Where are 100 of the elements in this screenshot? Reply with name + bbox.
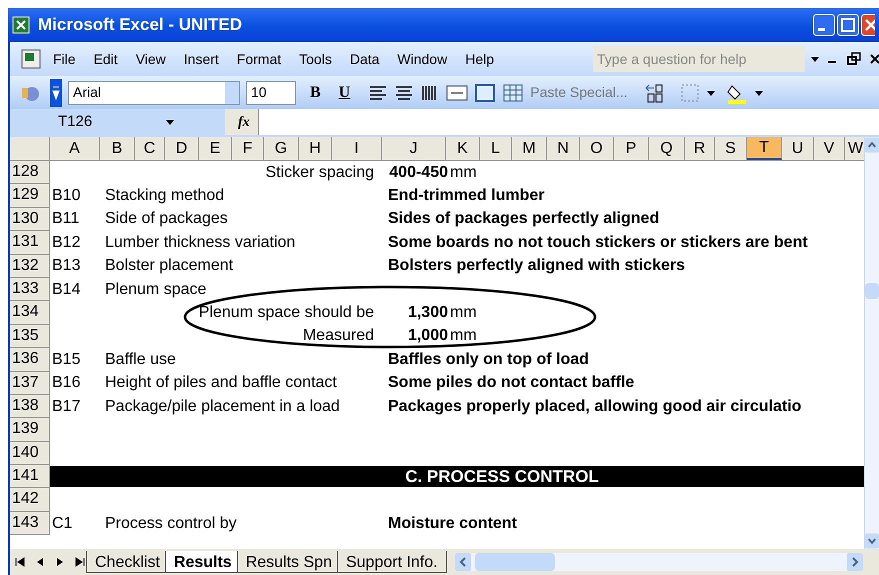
column-header[interactable]: N <box>547 137 580 160</box>
menu-item[interactable]: Insert <box>174 48 228 70</box>
column-header[interactable]: Q <box>649 137 685 160</box>
cell-code: B16 <box>52 373 80 394</box>
cell-label: Baffle use <box>105 350 176 370</box>
row-header[interactable]: 136 <box>10 348 50 372</box>
column-header[interactable]: C <box>135 137 165 160</box>
cell-label: Sticker spacing <box>266 162 374 183</box>
column-header[interactable]: R <box>685 137 715 160</box>
menu-item[interactable]: Window <box>388 48 456 70</box>
column-header[interactable]: T <box>747 137 782 160</box>
scroll-thumb[interactable] <box>865 283 879 299</box>
help-field[interactable]: Type a question for help <box>593 46 805 72</box>
row-header[interactable]: 139 <box>10 418 50 442</box>
cell-code: B17 <box>52 396 80 417</box>
dropdown-arrow-icon[interactable] <box>809 54 821 64</box>
cell-label: Lumber thickness variation <box>105 232 296 253</box>
merge-cells-icon[interactable] <box>446 82 468 102</box>
menu-item[interactable]: Help <box>456 48 503 70</box>
scroll-left-icon[interactable] <box>454 553 471 571</box>
insert-function-button[interactable]: fx <box>238 112 250 132</box>
close-icon[interactable] <box>869 53 879 65</box>
row-header[interactable]: 138 <box>10 394 50 418</box>
dropdown-arrow-icon[interactable] <box>165 117 175 127</box>
menu-item[interactable]: Tools <box>290 48 341 70</box>
row-header[interactable]: 131 <box>10 231 50 255</box>
first-sheet-icon[interactable] <box>14 556 26 568</box>
cell-code: B15 <box>52 350 80 370</box>
row-header[interactable]: 128 <box>10 161 50 184</box>
font-dropdown[interactable]: Arial <box>68 80 240 104</box>
scroll-down-icon[interactable] <box>865 533 879 549</box>
scroll-thumb[interactable] <box>474 553 555 571</box>
cell-label: Measured <box>302 326 374 346</box>
column-header[interactable]: O <box>580 137 614 160</box>
borders-icon[interactable] <box>680 82 700 102</box>
column-header[interactable]: P <box>614 137 649 160</box>
menu-item[interactable]: Format <box>228 48 290 70</box>
cell-code: B13 <box>52 256 80 276</box>
horizontal-scrollbar[interactable] <box>454 553 863 571</box>
menu-item[interactable]: View <box>126 48 175 70</box>
border-icon[interactable] <box>474 82 496 102</box>
row-header[interactable]: 129 <box>10 184 50 208</box>
cell-value: 1,000 <box>408 326 448 346</box>
column-header[interactable]: V <box>814 137 845 160</box>
row-header[interactable]: 133 <box>10 278 50 302</box>
column-header[interactable]: D <box>165 137 199 160</box>
cell-value: 1,300 <box>408 303 448 324</box>
column-header[interactable]: A <box>50 137 100 160</box>
cell-label: Package/pile placement in a load <box>105 396 340 417</box>
column-header[interactable]: J <box>382 137 446 160</box>
bold-button[interactable]: B <box>302 80 329 104</box>
column-header[interactable]: H <box>299 137 332 160</box>
row-header[interactable]: 134 <box>10 301 50 325</box>
restore-icon[interactable] <box>847 52 861 66</box>
cell-label: Height of piles and baffle contact <box>105 373 337 394</box>
menu-item[interactable]: File <box>44 48 85 70</box>
toolbar-options-icon[interactable] <box>50 78 62 106</box>
row-header[interactable]: 143 <box>10 512 50 536</box>
column-header[interactable]: L <box>480 137 512 160</box>
scroll-up-icon[interactable] <box>865 137 879 153</box>
cell-answer: Sides of packages perfectly aligned <box>388 209 660 230</box>
column-header[interactable]: F <box>232 137 264 160</box>
row-header[interactable]: 137 <box>10 372 50 395</box>
scroll-right-icon[interactable] <box>847 553 863 571</box>
cell-answer: End-trimmed lumber <box>388 186 544 206</box>
column-header[interactable]: U <box>782 137 814 160</box>
row-header[interactable]: 132 <box>10 254 50 278</box>
cell-answer: Some boards no not touch stickers or stickers are bent <box>388 232 808 253</box>
menu-item[interactable]: Edit <box>84 48 127 70</box>
row-header[interactable]: 130 <box>10 208 50 232</box>
cell-code: C1 <box>52 514 72 534</box>
cell-unit: mm <box>450 326 477 346</box>
last-sheet-icon[interactable] <box>74 556 86 568</box>
sheet-tab[interactable]: Support Info. <box>336 551 447 573</box>
column-header[interactable]: I <box>332 137 382 160</box>
column-header[interactable]: M <box>512 137 547 160</box>
window-title: Microsoft Excel - UNITED <box>38 14 244 36</box>
cell-label: Side of packages <box>105 209 228 230</box>
grid-icon[interactable] <box>502 82 524 102</box>
cell-code: B14 <box>52 280 80 300</box>
column-header[interactable]: B <box>100 137 135 160</box>
cell-unit: mm <box>450 162 477 183</box>
column-header[interactable]: G <box>264 137 299 160</box>
column-header[interactable]: K <box>446 137 480 160</box>
cell-label: Process control by <box>105 514 237 534</box>
row-header[interactable]: 141 <box>10 465 50 488</box>
row-header[interactable]: 142 <box>10 488 50 512</box>
vertical-scrollbar[interactable] <box>864 137 879 549</box>
cell-answer: Some piles do not contact baffle <box>388 373 634 394</box>
row-header[interactable]: 140 <box>10 442 50 466</box>
cell-value: 400-450 <box>389 162 448 183</box>
menu-item[interactable]: Data <box>340 48 388 70</box>
size-dropdown[interactable]: 10 <box>246 80 296 104</box>
cell-unit: mm <box>450 303 477 324</box>
maximize-icon[interactable] <box>837 14 859 36</box>
column-header[interactable]: E <box>199 137 232 160</box>
formula-field[interactable] <box>258 109 879 135</box>
row-header[interactable]: 135 <box>10 324 50 348</box>
underline-button[interactable]: U <box>334 80 354 104</box>
name-box[interactable]: T126 <box>10 109 225 135</box>
